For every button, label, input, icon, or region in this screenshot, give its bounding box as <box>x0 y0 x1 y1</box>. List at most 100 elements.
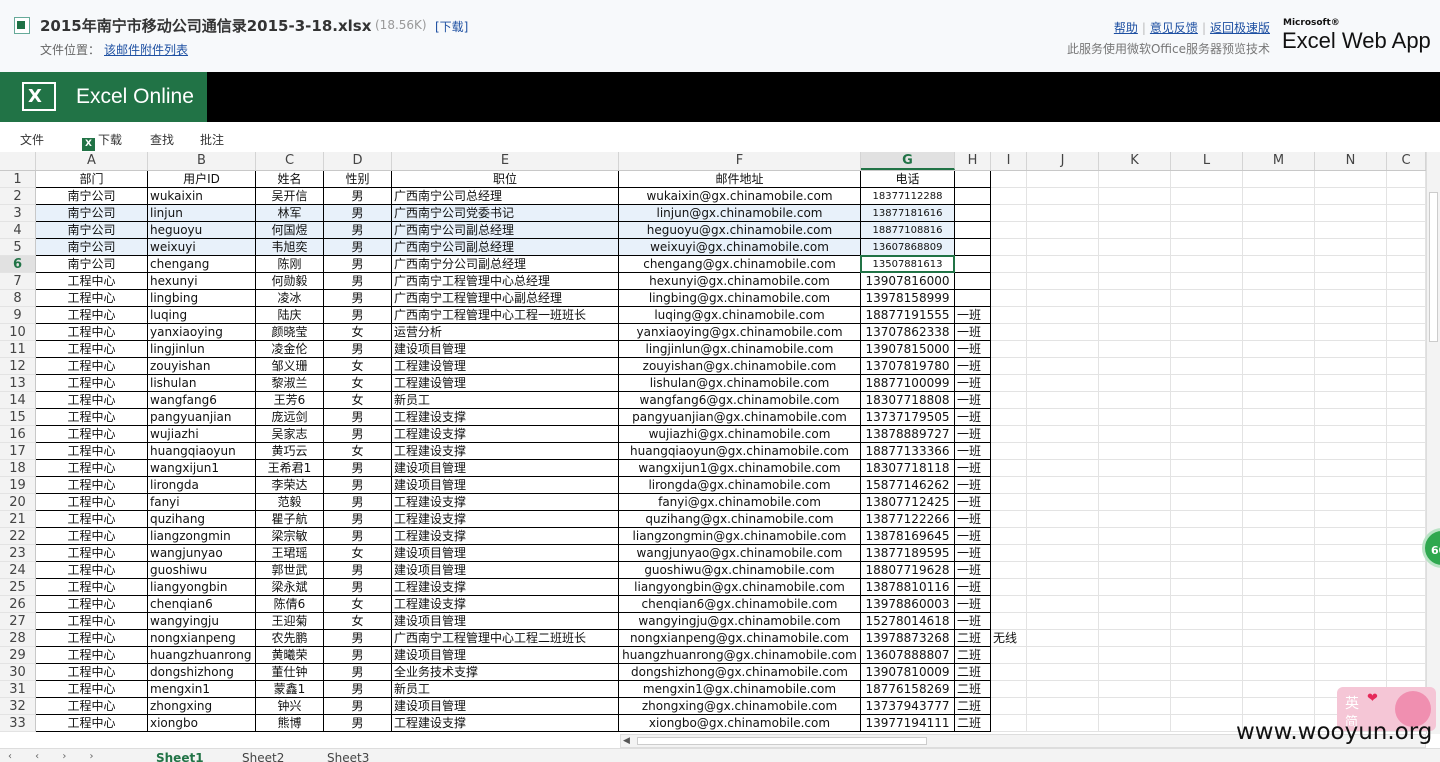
cell-group[interactable]: 一班 <box>955 358 991 375</box>
cell-title[interactable]: 广西南宁工程管理中心工程一班班长 <box>392 307 619 324</box>
app-tile[interactable]: X Excel Online <box>0 72 207 122</box>
empty-cell[interactable] <box>1387 273 1426 290</box>
cell-dept[interactable]: 工程中心 <box>36 715 148 732</box>
cell-name[interactable]: 陈刚 <box>256 256 324 273</box>
cell-uid[interactable]: lishulan <box>148 375 256 392</box>
cell-gender[interactable]: 女 <box>324 596 392 613</box>
cell-gender[interactable]: 女 <box>324 358 392 375</box>
cell-name[interactable]: 农先鹏 <box>256 630 324 647</box>
empty-cell[interactable] <box>1315 579 1387 596</box>
empty-cell[interactable] <box>1387 375 1426 392</box>
cell-dept[interactable]: 工程中心 <box>36 681 148 698</box>
cell-uid[interactable]: mengxin1 <box>148 681 256 698</box>
cell-gender[interactable]: 男 <box>324 511 392 528</box>
row-header[interactable]: 18 <box>0 460 36 477</box>
empty-cell[interactable] <box>1099 664 1171 681</box>
cell-uid[interactable]: wangxijun1 <box>148 460 256 477</box>
cell-group[interactable]: 二班 <box>955 715 991 732</box>
row-header[interactable]: 30 <box>0 664 36 681</box>
cell-email[interactable]: heguoyu@gx.chinamobile.com <box>619 222 861 239</box>
cell-group[interactable]: 一班 <box>955 494 991 511</box>
cell-group[interactable] <box>955 256 991 273</box>
cell-group[interactable]: 一班 <box>955 477 991 494</box>
cell-name[interactable]: 王希君1 <box>256 460 324 477</box>
row-header[interactable]: 25 <box>0 579 36 596</box>
row-header[interactable]: 24 <box>0 562 36 579</box>
row-header[interactable]: 26 <box>0 596 36 613</box>
cell-name[interactable]: 李荣达 <box>256 477 324 494</box>
cell-gender[interactable]: 男 <box>324 205 392 222</box>
empty-cell[interactable] <box>1099 426 1171 443</box>
cell-title[interactable]: 工程建设支撑 <box>392 443 619 460</box>
column-header[interactable]: J <box>1027 152 1099 170</box>
empty-cell[interactable] <box>1171 698 1243 715</box>
empty-cell[interactable] <box>1171 528 1243 545</box>
row-header[interactable]: 29 <box>0 647 36 664</box>
help-link[interactable]: 帮助 <box>1114 21 1138 35</box>
empty-cell[interactable] <box>1243 460 1315 477</box>
empty-cell[interactable] <box>1099 494 1171 511</box>
empty-cell[interactable] <box>1243 664 1315 681</box>
empty-cell[interactable] <box>1027 511 1099 528</box>
cell-extra[interactable]: 无线 <box>991 630 1027 647</box>
empty-cell[interactable] <box>1027 579 1099 596</box>
cell-phone[interactable]: 13978158999 <box>861 290 955 307</box>
empty-cell[interactable] <box>1099 477 1171 494</box>
cell-group[interactable] <box>955 205 991 222</box>
empty-cell[interactable] <box>1099 511 1171 528</box>
cell-dept[interactable]: 南宁公司 <box>36 188 148 205</box>
empty-cell[interactable] <box>1387 443 1426 460</box>
cell-email[interactable]: wangjunyao@gx.chinamobile.com <box>619 545 861 562</box>
empty-cell[interactable] <box>1171 392 1243 409</box>
empty-cell[interactable] <box>1315 494 1387 511</box>
cell-email[interactable]: huangqiaoyun@gx.chinamobile.com <box>619 443 861 460</box>
cell-uid[interactable]: huangqiaoyun <box>148 443 256 460</box>
cell-uid[interactable]: fanyi <box>148 494 256 511</box>
empty-cell[interactable] <box>1387 528 1426 545</box>
cell-group[interactable]: 二班 <box>955 647 991 664</box>
cell-gender[interactable]: 性别 <box>324 171 392 188</box>
empty-cell[interactable] <box>1315 205 1387 222</box>
empty-cell[interactable] <box>1243 511 1315 528</box>
cell-name[interactable]: 陈倩6 <box>256 596 324 613</box>
cell-gender[interactable]: 男 <box>324 579 392 596</box>
cell-uid[interactable]: wangyingju <box>148 613 256 630</box>
cell-group[interactable]: 一班 <box>955 579 991 596</box>
cell-uid[interactable]: wukaixin <box>148 188 256 205</box>
cell-phone[interactable]: 13737179505 <box>861 409 955 426</box>
cell-phone[interactable]: 13977194111 <box>861 715 955 732</box>
cell-name[interactable]: 董仕钟 <box>256 664 324 681</box>
cell-title[interactable]: 建设项目管理 <box>392 647 619 664</box>
empty-cell[interactable] <box>1099 596 1171 613</box>
row-header[interactable]: 19 <box>0 477 36 494</box>
empty-cell[interactable] <box>1387 511 1426 528</box>
cell-group[interactable]: 一班 <box>955 613 991 630</box>
empty-cell[interactable] <box>1171 290 1243 307</box>
cell-phone[interactable]: 13878810116 <box>861 579 955 596</box>
empty-cell[interactable] <box>1315 222 1387 239</box>
attachment-list-link[interactable]: 该邮件附件列表 <box>104 41 188 58</box>
cell-gender[interactable]: 男 <box>324 341 392 358</box>
row-header[interactable]: 22 <box>0 528 36 545</box>
cell-email[interactable]: pangyuanjian@gx.chinamobile.com <box>619 409 861 426</box>
empty-cell[interactable] <box>1387 290 1426 307</box>
empty-cell[interactable] <box>1243 494 1315 511</box>
empty-cell[interactable] <box>1243 392 1315 409</box>
select-all-corner[interactable] <box>0 152 36 170</box>
row-header[interactable]: 32 <box>0 698 36 715</box>
feedback-link[interactable]: 意见反馈 <box>1150 21 1198 35</box>
cell-group[interactable]: 二班 <box>955 630 991 647</box>
cell-extra[interactable] <box>991 460 1027 477</box>
empty-cell[interactable] <box>1387 324 1426 341</box>
cell-title[interactable]: 建设项目管理 <box>392 613 619 630</box>
cell-phone[interactable]: 13707819780 <box>861 358 955 375</box>
empty-cell[interactable] <box>1171 324 1243 341</box>
empty-cell[interactable] <box>1387 579 1426 596</box>
empty-cell[interactable] <box>1027 375 1099 392</box>
cell-group[interactable] <box>955 171 991 188</box>
cell-name[interactable]: 凌金伦 <box>256 341 324 358</box>
row-header[interactable]: 7 <box>0 273 36 290</box>
cell-phone[interactable]: 18877133366 <box>861 443 955 460</box>
cell-phone[interactable]: 18776158269 <box>861 681 955 698</box>
row-header[interactable]: 6 <box>0 256 36 273</box>
